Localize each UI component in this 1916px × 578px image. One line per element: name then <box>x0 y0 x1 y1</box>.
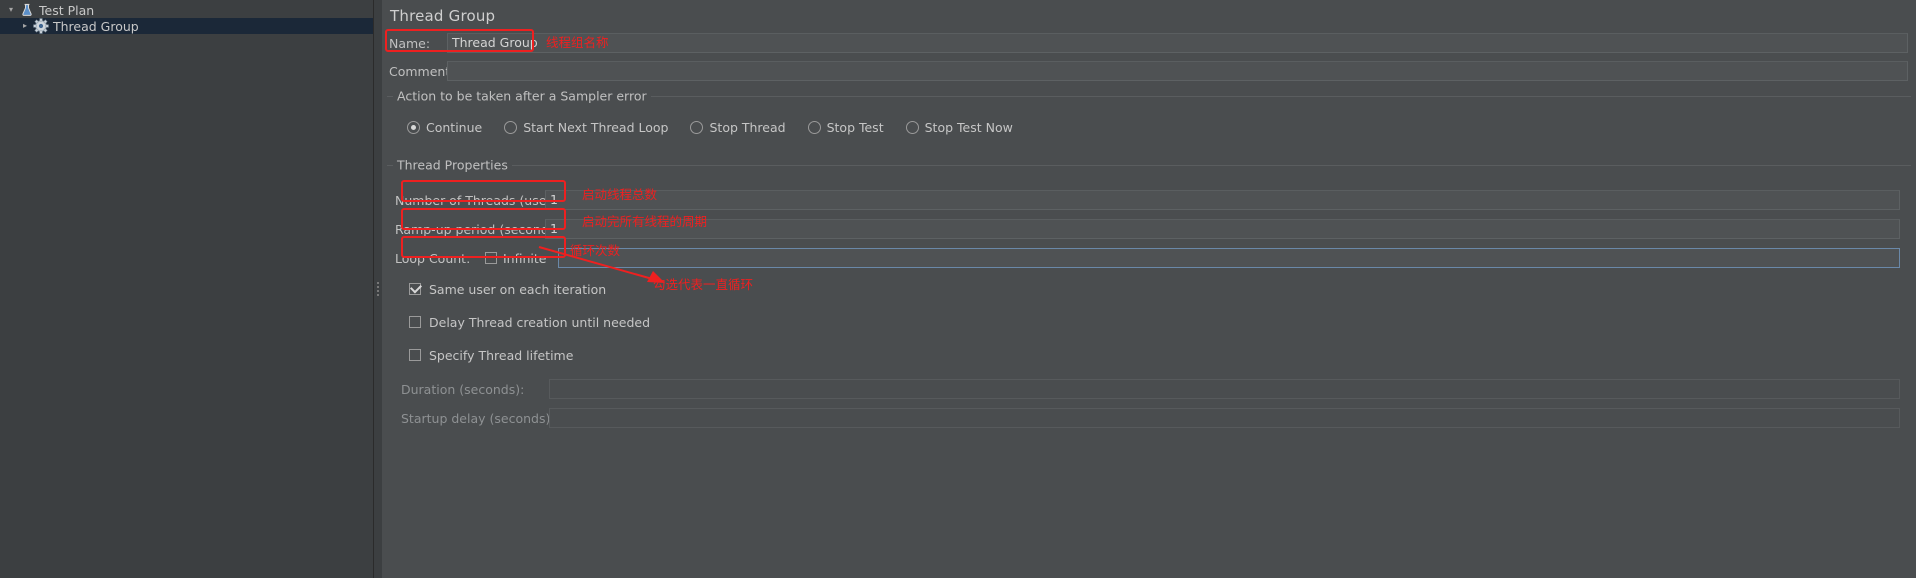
annotation-number-of-threads: 启动线程总数 <box>582 187 658 202</box>
startup-delay-label: Startup delay (seconds): <box>401 410 555 426</box>
thread-properties-legend: Thread Properties <box>393 157 512 173</box>
radio-label: Continue <box>426 120 483 135</box>
test-plan-tree: ▾ Test Plan ▸ Thread Group <box>0 0 374 578</box>
infinite-checkbox[interactable] <box>485 252 497 264</box>
duration-label: Duration (seconds): <box>401 381 525 397</box>
loop-count-input[interactable] <box>558 248 1900 268</box>
chevron-right-icon[interactable]: ▸ <box>18 18 32 34</box>
radio-label: Stop Thread <box>709 120 786 135</box>
duration-row: Duration (seconds): <box>387 378 1911 400</box>
group-border-top <box>387 165 1911 166</box>
delay-thread-creation-checkbox[interactable] <box>409 316 421 328</box>
comments-input[interactable] <box>447 61 1908 81</box>
radio-option-start-next-thread-loop[interactable]: Start Next Thread Loop <box>504 120 668 135</box>
rampup-period-label: Ramp-up period (seconds): <box>395 221 565 237</box>
tree-item-thread-group[interactable]: ▸ Thread Group <box>0 18 373 34</box>
annotation-infinite-hint: 勾选代表一直循环 <box>653 277 754 292</box>
comments-row: Comments: <box>382 60 1916 82</box>
thread-group-gear-icon <box>32 18 50 34</box>
jmeter-thread-group-window: ▾ Test Plan ▸ Thread Group Thread Group … <box>0 0 1916 578</box>
same-user-label: Same user on each iteration <box>429 281 607 297</box>
radio-option-stop-thread[interactable]: Stop Thread <box>690 120 786 135</box>
comments-label: Comments: <box>389 63 461 79</box>
infinite-label: Infinite <box>503 250 547 266</box>
thread-group-editor: Thread Group Name: Thread Group Comments… <box>382 0 1916 578</box>
name-input[interactable]: Thread Group <box>447 33 1908 53</box>
annotation-rampup: 启动完所有线程的周期 <box>582 214 708 229</box>
tree-item-label: Test Plan <box>39 2 95 18</box>
tree-item-label: Thread Group <box>53 18 139 34</box>
splitter-grip-icon <box>377 282 379 296</box>
radio-option-continue[interactable]: Continue <box>407 120 482 135</box>
startup-delay-row: Startup delay (seconds): <box>387 407 1911 429</box>
radio-icon[interactable] <box>504 121 518 134</box>
name-row: Name: Thread Group <box>382 32 1916 54</box>
radio-label: Start Next Thread Loop <box>523 120 669 135</box>
test-plan-icon <box>18 2 36 18</box>
thread-properties-group: Thread Properties Number of Threads (use… <box>387 157 1911 429</box>
radio-icon[interactable] <box>407 121 420 134</box>
sampler-error-group: Action to be taken after a Sampler error… <box>387 88 1911 145</box>
radio-icon[interactable] <box>905 121 919 134</box>
name-label: Name: <box>389 35 431 51</box>
radio-icon[interactable] <box>807 121 821 134</box>
specify-thread-lifetime-row[interactable]: Specify Thread lifetime <box>387 344 1911 366</box>
chevron-down-icon[interactable]: ▾ <box>4 2 18 18</box>
number-of-threads-label: Number of Threads (users): <box>395 192 568 208</box>
radio-option-stop-test[interactable]: Stop Test <box>807 120 884 135</box>
page-title: Thread Group <box>390 7 496 25</box>
panel-splitter[interactable] <box>374 0 382 578</box>
radio-option-stop-test-now[interactable]: Stop Test Now <box>905 120 1013 135</box>
duration-input[interactable] <box>549 379 1900 399</box>
specify-thread-lifetime-label: Specify Thread lifetime <box>429 347 574 363</box>
sampler-error-options: Continue Start Next Thread Loop Stop Thr… <box>387 106 1911 145</box>
same-user-checkbox[interactable] <box>409 283 421 295</box>
sampler-error-legend: Action to be taken after a Sampler error <box>393 88 651 104</box>
startup-delay-input[interactable] <box>549 408 1900 428</box>
radio-icon[interactable] <box>690 121 704 134</box>
same-user-row[interactable]: Same user on each iteration <box>387 278 1911 300</box>
tree-item-test-plan[interactable]: ▾ Test Plan <box>0 2 373 18</box>
loop-count-label: Loop Count: <box>395 250 471 266</box>
annotation-loop-count: 循环次数 <box>570 243 621 258</box>
rampup-period-input[interactable]: 1 <box>545 219 1900 239</box>
delay-thread-creation-label: Delay Thread creation until needed <box>429 314 651 330</box>
number-of-threads-input[interactable]: 1 <box>545 190 1900 210</box>
specify-thread-lifetime-checkbox[interactable] <box>409 349 421 361</box>
radio-label: Stop Test <box>826 120 884 135</box>
delay-thread-creation-row[interactable]: Delay Thread creation until needed <box>387 311 1911 333</box>
annotation-name: 线程组名称 <box>546 35 609 50</box>
radio-label: Stop Test Now <box>924 120 1013 135</box>
